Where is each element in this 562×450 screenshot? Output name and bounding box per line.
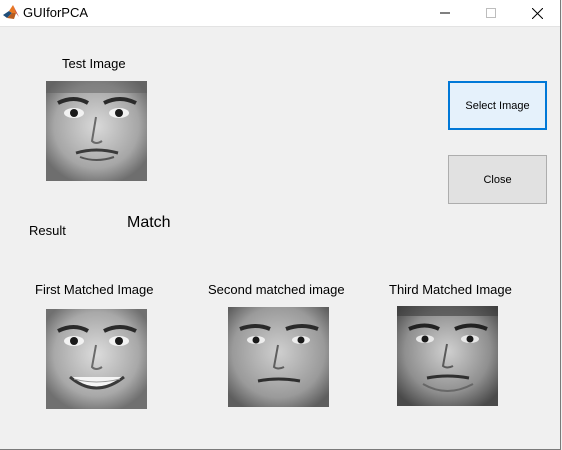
match-text: Match [127,214,171,231]
matlab-logo-icon [3,5,19,19]
select-image-button[interactable]: Select Image [448,81,547,130]
app-window: GUIforPCA Test Image Select Image Close … [0,0,561,450]
first-matched-image [46,309,147,409]
first-matched-label: First Matched Image [35,282,154,297]
title-bar: GUIforPCA [0,0,560,27]
close-window-button[interactable] [514,0,560,26]
close-icon [531,7,543,19]
third-matched-label: Third Matched Image [389,282,512,297]
maximize-icon [486,8,496,18]
result-label: Result [29,223,66,238]
window-title: GUIforPCA [23,5,89,20]
close-button[interactable]: Close [448,155,547,204]
figure-canvas: Test Image Select Image Close Result Mat… [0,27,560,449]
minimize-icon [440,12,450,14]
minimize-button[interactable] [422,0,468,26]
maximize-button[interactable] [468,0,514,26]
test-image-label: Test Image [62,56,126,71]
test-image [46,81,147,181]
third-matched-image [397,306,498,406]
second-matched-image [228,307,329,407]
second-matched-label: Second matched image [208,282,345,297]
